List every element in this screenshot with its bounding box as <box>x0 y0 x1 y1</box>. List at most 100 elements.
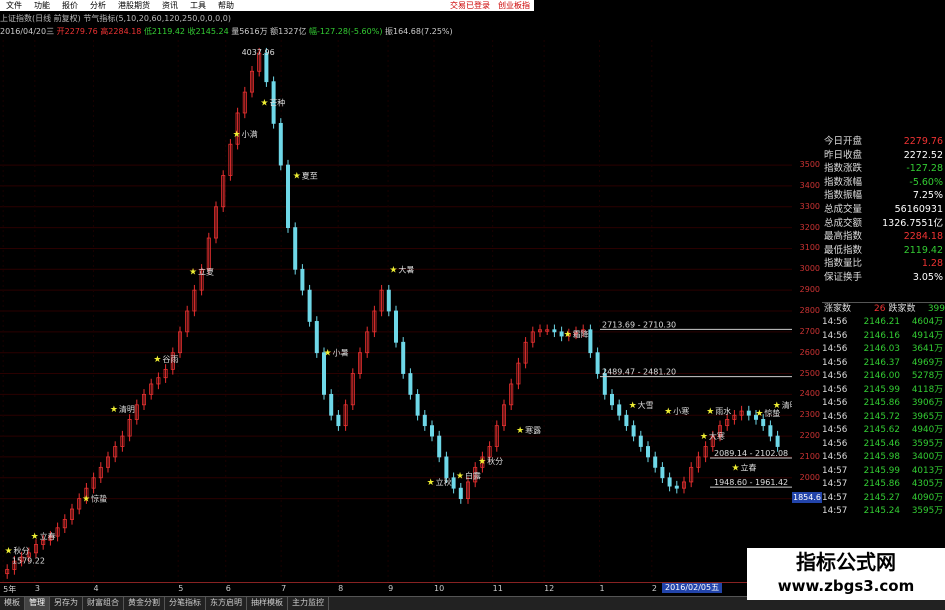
menu-item-function[interactable]: 功能 <box>28 0 56 11</box>
candle-body <box>667 477 672 487</box>
time-tick-label: 9 <box>388 584 394 593</box>
solar-term-label: 清明 <box>119 404 135 414</box>
tab-item[interactable]: 主力监控 <box>288 597 329 610</box>
tick-time: 14:56 <box>822 384 848 395</box>
menu-item-analysis[interactable]: 分析 <box>84 0 112 11</box>
candle-body <box>458 487 463 500</box>
tick-row: 14:56 2145.98 3400万 <box>822 451 945 465</box>
solar-term-label: 霜降 <box>573 329 589 339</box>
tick-vol: 3906万 <box>911 398 943 408</box>
time-tick-label: 5年 <box>3 585 17 594</box>
down-count: 399 <box>927 304 945 314</box>
solar-term-label: 白露 <box>465 471 481 481</box>
tab-item[interactable]: 黄金分割 <box>124 597 165 610</box>
stat-row: 指数振幅 7.25% <box>822 189 945 203</box>
price-tick-label: 2900 <box>799 285 820 295</box>
tab-item[interactable]: 另存为 <box>50 597 83 610</box>
stat-row: 最低指数 2119.42 <box>822 244 945 258</box>
candle-body <box>307 289 312 322</box>
price-tick-label: 3500 <box>799 160 820 170</box>
menu-item-help[interactable]: 帮助 <box>212 0 240 11</box>
solar-term-star: ★ <box>629 401 637 411</box>
stat-value: 2272.52 <box>903 149 943 161</box>
price-tick-label: 2100 <box>799 451 820 461</box>
tick-price: 2145.72 <box>863 411 900 422</box>
price-tick-label: 2400 <box>799 389 820 399</box>
time-tick-label: 4 <box>93 584 99 593</box>
tick-time: 14:56 <box>822 452 848 462</box>
tick-vol: 4090万 <box>911 492 943 503</box>
menu-item-tools[interactable]: 工具 <box>184 0 212 11</box>
solar-term-label: 夏至 <box>302 172 318 181</box>
tab-item[interactable]: 财富组合 <box>83 597 124 610</box>
tick-time: 14:56 <box>822 371 848 381</box>
kline-chart[interactable]: 2713.69 - 2710.30 2489.47 - 2481.20 2089.1… <box>0 40 792 582</box>
menu-item-news[interactable]: 资讯 <box>156 0 184 11</box>
solar-term-star: ★ <box>700 432 708 442</box>
tab-item[interactable]: 管理 <box>25 597 50 610</box>
price-tick-label: 2600 <box>799 347 820 357</box>
range-label: 2089.14 - 2102.08 <box>714 449 788 458</box>
price-tick-label: 2200 <box>799 431 820 441</box>
solar-term-star: ★ <box>664 407 672 417</box>
watermark-title: 指标公式网 <box>796 550 896 574</box>
price-tick-label: 2000 <box>799 472 820 482</box>
menu-item-file[interactable]: 文件 <box>0 0 28 11</box>
tab-item[interactable]: 抽样模板 <box>247 597 288 610</box>
stat-label: 最低指数 <box>824 244 863 256</box>
candle-body <box>321 352 326 395</box>
solar-term-label: 秋分 <box>487 456 503 466</box>
date-badge: 2016/02/05五 <box>662 583 723 593</box>
solar-term-label: 清明 <box>782 400 792 410</box>
solar-term-label: 大雪 <box>638 400 654 410</box>
tab-item[interactable]: 东方启明 <box>206 597 247 610</box>
solar-term-label: 芒种 <box>269 98 285 108</box>
menu-item-hk-futures[interactable]: 港股期货 <box>112 0 156 11</box>
tick-row: 14:57 2145.27 4090万 <box>822 492 945 506</box>
candle-body <box>595 352 600 374</box>
solar-term-label: 立春 <box>40 531 56 541</box>
stat-value: 2119.42 <box>903 244 943 256</box>
tick-time: 14:57 <box>822 492 848 503</box>
time-tick-label: 11 <box>492 584 503 593</box>
tick-vol: 3595万 <box>911 438 943 449</box>
menu-item-quote[interactable]: 报价 <box>56 0 84 11</box>
tick-price: 2145.99 <box>863 384 900 395</box>
candle-body <box>336 414 341 427</box>
stat-row: 保证换手 3.05% <box>822 271 945 285</box>
solar-term-star: ★ <box>293 172 301 182</box>
stat-value: 2279.76 <box>903 136 943 147</box>
tick-price: 2145.86 <box>863 479 900 489</box>
time-tick-label: 3 <box>34 584 40 593</box>
solar-term-star: ★ <box>189 267 197 277</box>
tick-time: 14:57 <box>822 506 848 516</box>
solar-term-star: ★ <box>478 457 486 467</box>
solar-term-label: 大暑 <box>398 264 414 274</box>
candle-body <box>610 393 615 406</box>
candle-body <box>768 425 773 437</box>
stat-label: 昨日收盘 <box>824 149 863 161</box>
solar-term-label: 小满 <box>242 129 258 139</box>
price-tick-label: 2800 <box>799 306 820 315</box>
tick-price: 2146.03 <box>863 344 900 354</box>
tick-price: 2145.86 <box>863 398 900 408</box>
solar-term-star: ★ <box>456 472 464 482</box>
tick-vol: 4013万 <box>911 465 943 476</box>
time-tick-label: 5 <box>178 584 184 593</box>
tick-vol: 4118万 <box>911 384 943 395</box>
solar-term-label: 大寒 <box>709 431 725 441</box>
tab-item[interactable]: 模板 <box>0 597 25 610</box>
price-tick-label: 3400 <box>799 180 820 190</box>
tab-item[interactable]: 分笔指标 <box>165 597 206 610</box>
stat-value: 1326.7551亿 <box>882 217 943 229</box>
price-tick-label: 2300 <box>799 410 820 420</box>
indicator-title: 上证指数(日线 前复权) 节气指标(5,10,20,60,120,250,0,0… <box>0 14 231 23</box>
trade-login-link[interactable]: 交易已登录 <box>450 0 490 11</box>
info-volume: 量5616万 <box>231 27 268 36</box>
time-tick-label: 8 <box>338 584 344 593</box>
tick-time: 14:57 <box>822 479 848 489</box>
solar-term-star: ★ <box>706 407 714 417</box>
stat-value: -127.28 <box>906 163 943 175</box>
gem-index-link[interactable]: 创业板指 <box>498 0 530 11</box>
current-price-badge: 1854.6 <box>792 492 822 503</box>
